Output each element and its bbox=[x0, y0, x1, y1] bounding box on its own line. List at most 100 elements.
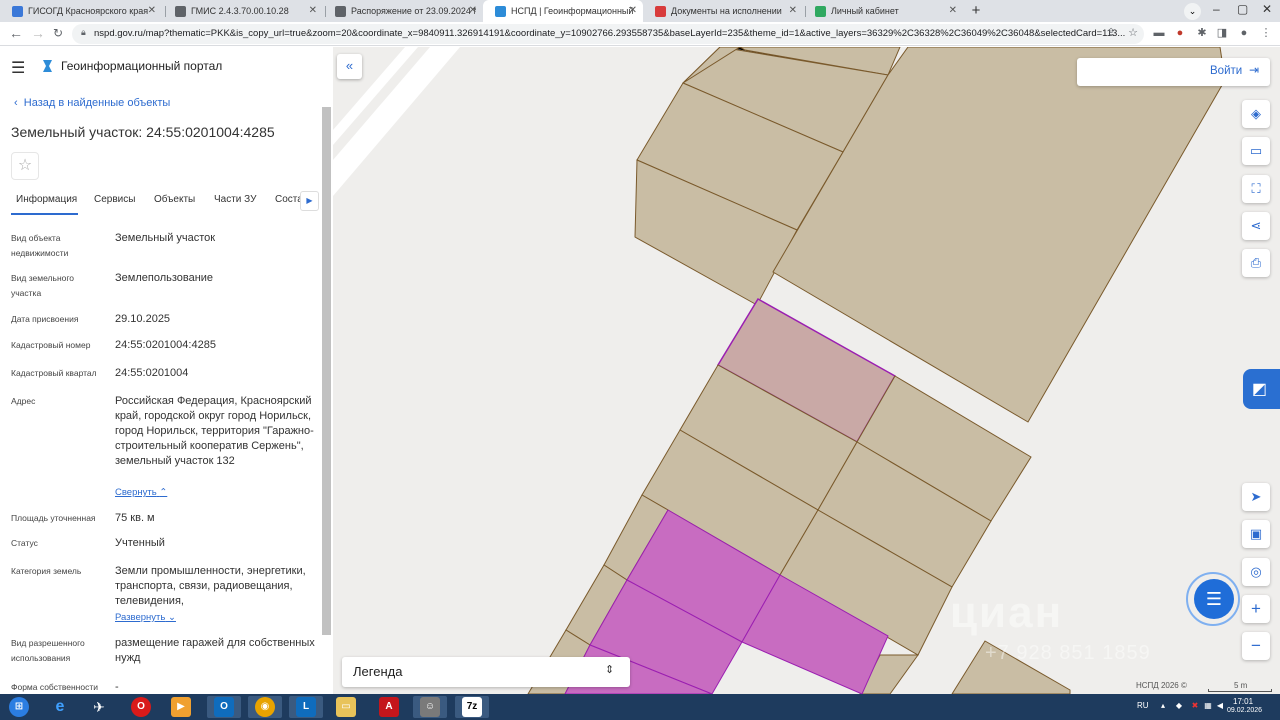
legend-label: Легенда bbox=[353, 664, 403, 679]
field-value: 24:55:0201004:4285 bbox=[115, 339, 216, 351]
field-label: Вид разрешенного использования bbox=[11, 638, 85, 663]
browser-tab-active[interactable]: НСПД | Геоинформационный п ✕ bbox=[483, 0, 643, 22]
feedback-tab[interactable]: ◩ bbox=[1243, 369, 1280, 409]
taskbar-app[interactable]: ☺ bbox=[413, 696, 447, 718]
collapse-panel-button[interactable]: « bbox=[337, 54, 362, 79]
minimize-icon[interactable]: – bbox=[1213, 2, 1220, 16]
browser-tab[interactable]: Документы на исполнении ✕ bbox=[643, 0, 803, 22]
bookmark-star-icon[interactable]: ☆ bbox=[1127, 27, 1139, 39]
profile-icon[interactable]: ● bbox=[1238, 27, 1250, 39]
taskbar-app[interactable]: A bbox=[372, 696, 406, 718]
close-icon[interactable]: ✕ bbox=[949, 5, 957, 16]
share-icon[interactable]: ⋖ bbox=[1242, 212, 1270, 240]
field-value: Учтенный bbox=[115, 537, 165, 549]
collapse-address-link[interactable]: Свернуть ⌃ bbox=[115, 487, 167, 498]
browser-tab[interactable]: ГМИС 2.4.3.70.00.10.28 ✕ bbox=[163, 0, 323, 22]
tab-objects[interactable]: Объекты bbox=[154, 194, 195, 205]
internet-explorer-icon: e bbox=[55, 698, 65, 715]
clock-date[interactable]: 09.02.2026 bbox=[1227, 707, 1262, 714]
close-icon[interactable]: ✕ bbox=[629, 5, 637, 16]
browser-tab[interactable]: Личный кабинет ✕ bbox=[803, 0, 963, 22]
expand-category-link[interactable]: Развернуть ⌄ bbox=[115, 612, 176, 623]
taskbar-app[interactable]: 7z bbox=[455, 696, 489, 718]
close-icon[interactable]: ✕ bbox=[148, 5, 156, 16]
favorite-star-icon[interactable]: ☆ bbox=[11, 152, 39, 180]
close-icon[interactable]: ✕ bbox=[469, 5, 477, 16]
locate-icon[interactable]: ◎ bbox=[1242, 558, 1270, 586]
close-icon[interactable]: ✕ bbox=[309, 5, 317, 16]
legend-selector[interactable]: Легенда ⇕ bbox=[342, 657, 630, 687]
tray-app-icon[interactable]: ◆ bbox=[1174, 701, 1184, 711]
print-icon[interactable]: ⎙ bbox=[1242, 249, 1270, 277]
puzzle-icon[interactable]: ✱ bbox=[1196, 27, 1208, 39]
portal-title: Геоинформационный портал bbox=[61, 59, 223, 73]
layers-icon[interactable]: ◈ bbox=[1242, 100, 1270, 128]
volume-icon[interactable]: ◀ bbox=[1215, 701, 1225, 711]
tab-search-icon[interactable]: ⌄ bbox=[1184, 3, 1201, 20]
login-button[interactable]: Войти bbox=[1210, 65, 1242, 77]
tab-information[interactable]: Информация bbox=[16, 194, 77, 205]
tab-title: ГИСОГД Красноярского края bbox=[28, 6, 149, 16]
lync-icon: L bbox=[296, 697, 316, 717]
menu-dots-icon[interactable]: ⋮ bbox=[1260, 27, 1272, 39]
maximize-icon[interactable]: ▢ bbox=[1237, 2, 1248, 16]
browser-tab[interactable]: Распоряжение от 23.09.2024 № ✕ bbox=[323, 0, 483, 22]
browser-tab[interactable]: ГИСОГД Красноярского края ✕ bbox=[0, 0, 162, 22]
address-bar[interactable]: nspd.gov.ru/map?thematic=PKK&is_copy_url… bbox=[72, 24, 1144, 44]
card-tabs: Информация Сервисы Объекты Части ЗУ Сост… bbox=[0, 187, 322, 215]
share-icon[interactable]: ⇪ bbox=[1105, 27, 1117, 39]
navigate-icon[interactable]: ➤ bbox=[1242, 483, 1270, 511]
close-icon[interactable]: ✕ bbox=[789, 5, 797, 16]
zoom-out-button[interactable]: − bbox=[1242, 632, 1270, 660]
taskbar-app[interactable]: ▭ bbox=[329, 696, 363, 718]
field-value: 24:55:0201004 bbox=[115, 367, 189, 379]
taskbar-app[interactable]: O bbox=[124, 696, 158, 718]
tab-services[interactable]: Сервисы bbox=[94, 194, 135, 205]
language-indicator[interactable]: RU bbox=[1137, 701, 1149, 710]
forward-arrow-icon[interactable]: → bbox=[31, 25, 45, 41]
taskbar-app[interactable]: ◉ bbox=[248, 696, 282, 718]
field-value: Земли промышленности, энергетики, трансп… bbox=[115, 565, 306, 607]
map-canvas[interactable] bbox=[333, 47, 1280, 694]
tab-title: Распоряжение от 23.09.2024 № bbox=[351, 6, 476, 16]
browser-tab-bar: ГИСОГД Красноярского края ✕ ГМИС 2.4.3.7… bbox=[0, 0, 1280, 22]
ruler-icon[interactable]: ▭ bbox=[1242, 137, 1270, 165]
taskbar-app[interactable]: ✈ bbox=[82, 696, 116, 718]
extension-icon[interactable]: ● bbox=[1174, 27, 1186, 39]
chevron-up-icon: ⌃ bbox=[159, 487, 168, 498]
lock-icon[interactable]: 🔒︎ bbox=[81, 27, 86, 38]
address-value: Российская Федерация, Красноярский край,… bbox=[115, 395, 314, 467]
network-icon[interactable]: ▦ bbox=[1203, 701, 1213, 711]
chevron-left-icon: ‹ bbox=[14, 97, 24, 109]
tab-parts[interactable]: Части ЗУ bbox=[214, 194, 256, 205]
panel-scrollbar[interactable] bbox=[322, 107, 331, 635]
chat-icon[interactable]: ☰ bbox=[1194, 579, 1234, 619]
7zip-icon: 7z bbox=[462, 697, 482, 717]
sidepanel-icon[interactable]: ◨ bbox=[1216, 27, 1228, 39]
hamburger-menu-icon[interactable]: ☰ bbox=[11, 58, 25, 78]
back-arrow-icon[interactable]: ← bbox=[9, 25, 23, 41]
login-icon[interactable]: ⇥ bbox=[1249, 63, 1259, 77]
back-to-results-link[interactable]: ‹ Назад в найденные объекты bbox=[14, 97, 170, 109]
taskbar-app[interactable]: L bbox=[289, 696, 323, 718]
taskbar-app[interactable]: O bbox=[207, 696, 241, 718]
window-close-icon[interactable]: ✕ bbox=[1262, 2, 1272, 16]
tray-alert-icon[interactable]: ✖ bbox=[1190, 701, 1200, 711]
cadastral-map[interactable] bbox=[333, 47, 1280, 694]
taskbar-app[interactable]: ▶ bbox=[164, 696, 198, 718]
clock-time[interactable]: 17:01 bbox=[1233, 697, 1253, 706]
area-select-icon[interactable]: ⛶ bbox=[1242, 175, 1270, 203]
windows-logo-icon: ⊞ bbox=[9, 697, 29, 717]
object-card-panel: ☰ Геоинформационный портал ‹ Назад в най… bbox=[0, 47, 333, 694]
minimap-icon[interactable]: ▣ bbox=[1242, 520, 1270, 548]
tray-arrow-icon[interactable]: ▴ bbox=[1158, 701, 1168, 711]
extension-icon[interactable]: ▬ bbox=[1153, 27, 1165, 39]
reload-icon[interactable]: ↻ bbox=[53, 26, 63, 40]
start-button[interactable]: ⊞ bbox=[2, 696, 36, 718]
taskbar-app[interactable]: e bbox=[43, 696, 77, 718]
opera-icon: O bbox=[131, 697, 151, 717]
new-tab-button[interactable]: + bbox=[966, 2, 986, 20]
zoom-in-button[interactable]: + bbox=[1242, 595, 1270, 623]
tab-composition[interactable]: Соста bbox=[275, 194, 303, 205]
tabs-scroll-right-icon[interactable]: ▶ bbox=[300, 191, 319, 211]
